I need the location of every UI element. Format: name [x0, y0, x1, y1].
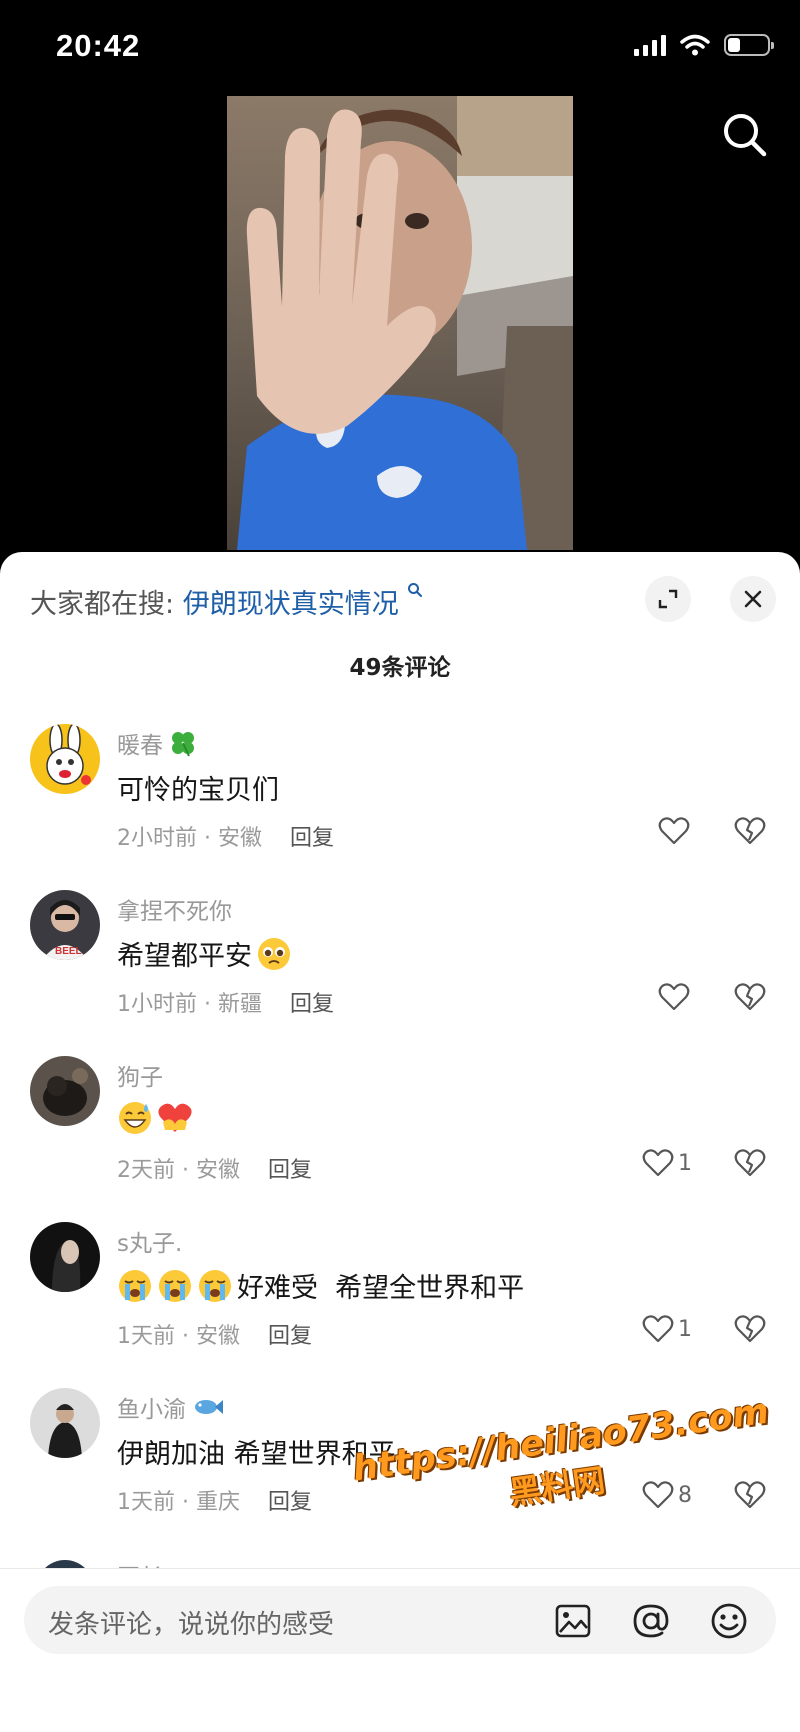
mention-icon[interactable]: [632, 1602, 670, 1640]
comment-author[interactable]: 暖春: [117, 726, 197, 760]
comment-item: 暖春 可怜的宝贝们 2小时前 · 安徽 回复: [0, 724, 800, 884]
comment-text: 可怜的宝贝们: [117, 775, 279, 806]
comment-meta: 2小时前 · 安徽 回复: [117, 820, 334, 852]
expand-button[interactable]: [645, 576, 691, 622]
trending-label: 大家都在搜:: [30, 589, 175, 620]
broken-heart-icon: [734, 983, 766, 1011]
author-name: 鱼小渝: [117, 1397, 186, 1423]
trending-search[interactable]: 大家都在搜: 伊朗现状真实情况: [30, 582, 423, 621]
comment-author[interactable]: 拿捏不死你: [117, 892, 232, 926]
dislike-button[interactable]: [734, 982, 766, 1016]
like-count: 1: [678, 1150, 692, 1176]
emoji-icon[interactable]: [710, 1602, 748, 1640]
broken-heart-icon: [734, 1149, 766, 1177]
crying-face-icon: [199, 1269, 231, 1302]
video-frame[interactable]: [227, 96, 573, 550]
heart-icon: [658, 983, 690, 1011]
heart-icon: [642, 1315, 674, 1343]
comment-time-location: 1天前 · 重庆: [117, 1490, 240, 1515]
heart-icon: [642, 1149, 674, 1177]
reply-button[interactable]: 回复: [290, 992, 334, 1017]
comment-item: s丸子. 好难受 希望全世界和平 1天前 · 安徽 回复 1: [0, 1222, 800, 1382]
author-name: 狗子: [117, 1065, 163, 1091]
comment-author[interactable]: 狗子: [117, 1058, 163, 1092]
avatar[interactable]: [30, 724, 100, 794]
comment-input-bar: 发条评论，说说你的感受: [0, 1568, 800, 1732]
heart-hands-icon: [158, 1103, 192, 1132]
broken-heart-icon: [734, 1315, 766, 1343]
dislike-button[interactable]: [734, 1480, 766, 1514]
comment-meta: 1小时前 · 新疆 回复: [117, 986, 334, 1018]
expand-icon: [658, 589, 678, 609]
dislike-button[interactable]: [734, 1148, 766, 1182]
crying-face-icon: [119, 1269, 151, 1302]
comment-time-location: 2小时前 · 安徽: [117, 826, 262, 851]
comment-item: 狗子 2天前 · 安徽 回复 1: [0, 1056, 800, 1216]
comment-item: BEEL 拿捏不死你 希望都平安 1小时前 · 新疆 回复: [0, 890, 800, 1050]
image-icon[interactable]: [554, 1602, 592, 1640]
avatar[interactable]: BEEL: [30, 890, 100, 960]
video-thumbnail: [227, 96, 573, 550]
trending-query-link[interactable]: 伊朗现状真实情况: [183, 589, 399, 620]
avatar[interactable]: [30, 1056, 100, 1126]
search-small-icon: [408, 583, 423, 597]
comment-text: 好难受 希望全世界和平: [117, 1266, 524, 1305]
like-button[interactable]: [658, 816, 694, 846]
comment-input[interactable]: 发条评论，说说你的感受: [24, 1586, 776, 1654]
broken-heart-icon: [734, 1481, 766, 1509]
comment-time-location: 2天前 · 安徽: [117, 1158, 240, 1183]
comment-sheet: 大家都在搜: 伊朗现状真实情况 49条评论 暖春 可怜的宝贝们 2小时前 · 安…: [0, 552, 800, 1731]
avatar[interactable]: [30, 1388, 100, 1458]
like-count: 1: [678, 1316, 692, 1342]
search-icon: [724, 114, 767, 157]
status-bar: 20:42: [0, 0, 800, 96]
comment-input-placeholder: 发条评论，说说你的感受: [48, 1610, 335, 1640]
signal-icon: [634, 34, 666, 56]
reply-button[interactable]: 回复: [268, 1490, 312, 1515]
comment-text-content: 希望都平安: [117, 941, 252, 972]
comment-count: 49条评论: [349, 655, 451, 681]
comment-meta: 1天前 · 重庆 回复: [117, 1484, 312, 1516]
comment-meta: 1天前 · 安徽 回复: [117, 1318, 312, 1350]
comment-text: [117, 1100, 197, 1136]
close-icon: [744, 590, 762, 608]
dislike-button[interactable]: [734, 1314, 766, 1348]
pleading-face-icon: [258, 937, 290, 970]
reply-button[interactable]: 回复: [290, 826, 334, 851]
comment-time-location: 1小时前 · 新疆: [117, 992, 262, 1017]
battery-icon: [724, 34, 774, 56]
wifi-icon: [680, 34, 710, 56]
comment-author[interactable]: s丸子.: [117, 1224, 182, 1258]
comment-text-content: 好难受 希望全世界和平: [237, 1273, 525, 1304]
like-button[interactable]: 1: [642, 1314, 692, 1344]
broken-heart-icon: [734, 817, 766, 845]
author-name: 拿捏不死你: [117, 899, 232, 925]
comment-author[interactable]: 鱼小渝: [117, 1390, 224, 1424]
fish-icon: [195, 1400, 223, 1414]
status-time: 20:42: [56, 28, 141, 63]
svg-text:BEEL: BEEL: [55, 946, 82, 957]
comment-text: 希望都平安: [117, 934, 292, 973]
like-button[interactable]: [658, 982, 694, 1012]
reply-button[interactable]: 回复: [268, 1158, 312, 1183]
close-button[interactable]: [730, 576, 776, 622]
avatar[interactable]: [30, 1222, 100, 1292]
author-name: s丸子.: [117, 1231, 183, 1257]
four-leaf-clover-icon: [172, 732, 194, 757]
reply-button[interactable]: 回复: [268, 1324, 312, 1349]
author-name: 暖春: [117, 733, 163, 759]
like-button[interactable]: 1: [642, 1148, 692, 1178]
search-button[interactable]: [720, 110, 770, 160]
status-icons: [634, 34, 774, 56]
dislike-button[interactable]: [734, 816, 766, 850]
grinning-sweat-face-icon: [119, 1102, 151, 1134]
heart-icon: [658, 817, 690, 845]
comment-meta: 2天前 · 安徽 回复: [117, 1152, 312, 1184]
crying-face-icon: [159, 1269, 191, 1302]
comment-time-location: 1天前 · 安徽: [117, 1324, 240, 1349]
